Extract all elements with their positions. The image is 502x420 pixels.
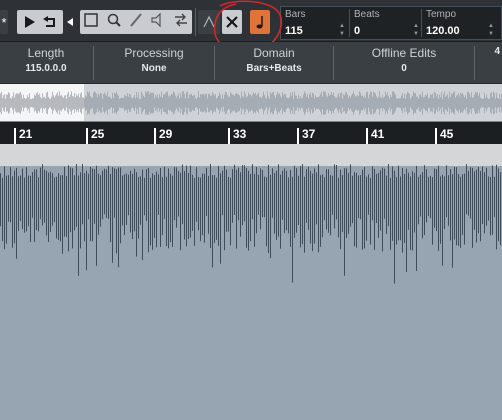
bars-label: Bars (285, 9, 306, 20)
field-divider (421, 9, 422, 37)
ruler-label: 41 (371, 127, 385, 141)
loop-icon[interactable] (40, 12, 60, 32)
musical-fields: Bars 115 ▲ ▼ Beats 0 ▲ ▼ Tempo 120.00 ▲ ▼ (280, 6, 502, 40)
dropdown-arrow-icon[interactable] (65, 10, 75, 34)
info-domain: Domain Bars+Beats (215, 42, 333, 84)
ruler-label: 29 (159, 127, 173, 141)
play-icon[interactable] (20, 12, 40, 32)
info-extra-value[interactable]: 4 (475, 46, 502, 57)
field-divider (349, 9, 350, 37)
info-length-header: Length (27, 46, 65, 60)
pencil-icon[interactable] (128, 12, 144, 33)
ruler-tick (154, 128, 156, 144)
waveform (0, 164, 501, 284)
toolbar: * Bars 115 ▲ ▼ Beats 0 ▲ ▼ Tempo 120.00 … (0, 0, 502, 54)
waveform-trace (0, 164, 501, 284)
overview-strip[interactable] (0, 84, 502, 122)
beats-field[interactable]: 0 (354, 25, 360, 37)
ruler-tick (14, 128, 16, 144)
bar-ruler[interactable]: 21 25 29 33 37 41 45 (0, 122, 502, 144)
beats-label: Beats (354, 9, 380, 20)
ruler-tick (366, 128, 368, 144)
waveform-display[interactable] (0, 144, 502, 420)
transport-group (17, 10, 63, 34)
info-offline-edits-header: Offline Edits (371, 46, 437, 60)
info-processing-header: Processing (124, 46, 184, 60)
info-domain-header: Domain (253, 46, 295, 60)
ruler-label: 21 (19, 127, 33, 141)
overview-trace (0, 91, 502, 115)
ruler-tick (297, 128, 299, 144)
edit-tools-group (80, 10, 192, 34)
ruler-label: 45 (440, 127, 454, 141)
zoom-icon[interactable] (106, 12, 122, 33)
tempo-stepper-icon[interactable]: ▲ ▼ (488, 22, 494, 38)
bars-stepper-icon[interactable]: ▲ ▼ (339, 22, 345, 38)
ruler-label: 25 (91, 127, 105, 141)
ruler-tick (435, 128, 437, 144)
ruler-label: 37 (302, 127, 316, 141)
range-select-icon[interactable] (83, 12, 99, 33)
info-extra: 4 (475, 42, 502, 84)
asterisk-icon: * (0, 10, 8, 34)
info-length: Length 115.0.0.0 (0, 42, 92, 84)
speaker-icon[interactable] (150, 12, 166, 33)
info-offline-edits-value[interactable]: 0 (334, 63, 474, 74)
bars-field[interactable]: 115 (285, 25, 303, 37)
info-length-value[interactable]: 115.0.0.0 (0, 63, 92, 74)
ruler-tick (86, 128, 88, 144)
info-offline-edits: Offline Edits 0 (334, 42, 474, 84)
ruler-tick (228, 128, 230, 144)
beats-stepper-icon[interactable]: ▲ ▼ (413, 22, 419, 38)
overview-waveform (0, 91, 502, 115)
tempo-field[interactable]: 120.00 (426, 25, 460, 37)
info-domain-value[interactable]: Bars+Beats (215, 63, 333, 74)
tempo-label: Tempo (426, 9, 457, 20)
ruler-label: 33 (233, 127, 247, 141)
scrub-icon[interactable] (173, 12, 189, 33)
toolbar-separator (195, 8, 196, 36)
info-bar: Length 115.0.0.0 Processing None Domain … (0, 42, 502, 84)
info-processing-value[interactable]: None (94, 63, 214, 74)
info-processing: Processing None (94, 42, 214, 84)
